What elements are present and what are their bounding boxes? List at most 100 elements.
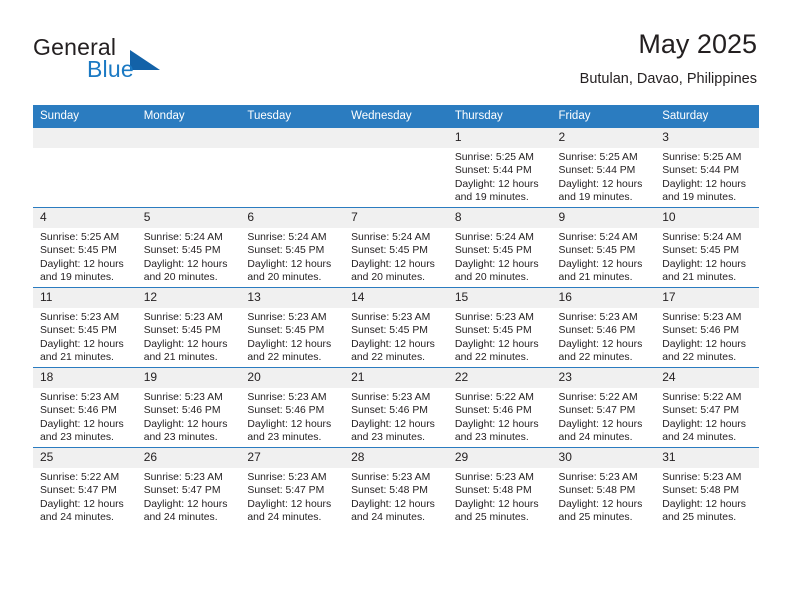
sunset-text: Sunset: 5:44 PM — [662, 165, 740, 177]
sunrise-text: Sunrise: 5:24 AM — [454, 232, 534, 243]
sunrise-text: Sunrise: 5:23 AM — [454, 312, 534, 323]
day-number: 23 — [551, 368, 656, 388]
calendar-day-cell[interactable]: 22 Sunrise: 5:22 AM Sunset: 5:46 PM Dayl… — [447, 367, 552, 448]
calendar-day-cell[interactable]: 1 Sunrise: 5:25 AM Sunset: 5:44 PM Dayli… — [447, 128, 552, 208]
calendar-day-cell[interactable]: 2 Sunrise: 5:25 AM Sunset: 5:44 PM Dayli… — [551, 128, 656, 208]
calendar-body: 1 Sunrise: 5:25 AM Sunset: 5:44 PM Dayli… — [33, 128, 759, 527]
calendar-day-cell[interactable]: 19 Sunrise: 5:23 AM Sunset: 5:46 PM Dayl… — [136, 367, 241, 448]
day-details: Sunrise: 5:24 AM Sunset: 5:45 PM Dayligh… — [448, 228, 552, 284]
calendar-day-cell[interactable]: 23 Sunrise: 5:22 AM Sunset: 5:47 PM Dayl… — [551, 367, 656, 448]
daylight-text-line1: Daylight: 12 hours — [662, 418, 746, 430]
daylight-text-line2: and 21 minutes. — [143, 351, 218, 363]
daylight-text-line1: Daylight: 12 hours — [454, 338, 539, 350]
calendar-day-cell[interactable]: 27 Sunrise: 5:23 AM Sunset: 5:47 PM Dayl… — [240, 447, 345, 527]
calendar-day-cell[interactable]: 18 Sunrise: 5:23 AM Sunset: 5:46 PM Dayl… — [33, 367, 137, 448]
sunrise-text: Sunrise: 5:24 AM — [143, 232, 223, 243]
calendar-day-cell[interactable]: 7 Sunrise: 5:24 AM Sunset: 5:45 PM Dayli… — [344, 207, 448, 288]
day-details: Sunrise: 5:23 AM Sunset: 5:48 PM Dayligh… — [552, 468, 656, 524]
calendar-day-cell[interactable]: 10 Sunrise: 5:24 AM Sunset: 5:45 PM Dayl… — [655, 207, 759, 288]
daylight-text-line1: Daylight: 12 hours — [662, 178, 746, 190]
day-number: 10 — [655, 208, 759, 228]
day-number: 15 — [447, 288, 552, 308]
daylight-text-line2: and 22 minutes. — [247, 351, 322, 363]
sunrise-text: Sunrise: 5:24 AM — [247, 232, 327, 243]
calendar-day-cell[interactable]: 21 Sunrise: 5:23 AM Sunset: 5:46 PM Dayl… — [344, 367, 448, 448]
calendar-day-cell[interactable]: 3 Sunrise: 5:25 AM Sunset: 5:44 PM Dayli… — [655, 128, 759, 208]
day-number: 3 — [655, 128, 759, 148]
sunset-text: Sunset: 5:45 PM — [143, 245, 221, 257]
sunrise-text: Sunrise: 5:23 AM — [351, 472, 431, 483]
daylight-text-line2: and 21 minutes. — [662, 271, 737, 283]
day-details: Sunrise: 5:25 AM Sunset: 5:44 PM Dayligh… — [448, 148, 552, 204]
day-details: Sunrise: 5:23 AM Sunset: 5:46 PM Dayligh… — [33, 388, 137, 444]
calendar-day-cell[interactable]: 20 Sunrise: 5:23 AM Sunset: 5:46 PM Dayl… — [240, 367, 345, 448]
day-number: 22 — [447, 368, 552, 388]
calendar-day-cell[interactable]: 31 Sunrise: 5:23 AM Sunset: 5:48 PM Dayl… — [655, 447, 759, 527]
sunset-text: Sunset: 5:45 PM — [351, 245, 428, 257]
calendar-day-cell[interactable]: 25 Sunrise: 5:22 AM Sunset: 5:47 PM Dayl… — [33, 447, 137, 527]
daylight-text-line2: and 23 minutes. — [454, 431, 529, 443]
daylight-text-line2: and 22 minutes. — [454, 351, 529, 363]
page-subtitle: Butulan, Davao, Philippines — [579, 71, 757, 87]
day-number — [344, 128, 448, 148]
day-number: 18 — [33, 368, 137, 388]
calendar-day-cell[interactable]: 8 Sunrise: 5:24 AM Sunset: 5:45 PM Dayli… — [447, 207, 552, 288]
calendar-day-cell[interactable]: 6 Sunrise: 5:24 AM Sunset: 5:45 PM Dayli… — [240, 207, 345, 288]
sunset-text: Sunset: 5:47 PM — [143, 485, 221, 497]
calendar-day-cell[interactable]: 24 Sunrise: 5:22 AM Sunset: 5:47 PM Dayl… — [655, 367, 759, 448]
day-details: Sunrise: 5:23 AM Sunset: 5:45 PM Dayligh… — [448, 308, 552, 364]
day-details: Sunrise: 5:23 AM Sunset: 5:46 PM Dayligh… — [344, 388, 448, 444]
calendar-day-cell[interactable]: 14 Sunrise: 5:23 AM Sunset: 5:45 PM Dayl… — [344, 287, 448, 368]
day-number: 29 — [447, 448, 552, 468]
sunrise-text: Sunrise: 5:23 AM — [143, 472, 223, 483]
daylight-text-line2: and 20 minutes. — [143, 271, 218, 283]
day-number: 11 — [33, 288, 137, 308]
sunrise-text: Sunrise: 5:23 AM — [40, 392, 120, 403]
calendar-day-cell[interactable]: 4 Sunrise: 5:25 AM Sunset: 5:45 PM Dayli… — [33, 207, 137, 288]
weekday-header-thursday: Thursday — [447, 105, 552, 128]
calendar-day-cell[interactable]: 29 Sunrise: 5:23 AM Sunset: 5:48 PM Dayl… — [447, 447, 552, 527]
calendar-day-cell[interactable]: 17 Sunrise: 5:23 AM Sunset: 5:46 PM Dayl… — [655, 287, 759, 368]
day-details: Sunrise: 5:23 AM Sunset: 5:45 PM Dayligh… — [344, 308, 448, 364]
brand-logo[interactable]: General Blue — [33, 34, 243, 90]
calendar-day-cell[interactable]: 28 Sunrise: 5:23 AM Sunset: 5:48 PM Dayl… — [344, 447, 448, 527]
daylight-text-line1: Daylight: 12 hours — [247, 498, 332, 510]
calendar-day-cell[interactable]: 26 Sunrise: 5:23 AM Sunset: 5:47 PM Dayl… — [136, 447, 241, 527]
sunset-text: Sunset: 5:45 PM — [454, 325, 532, 337]
sunset-text: Sunset: 5:47 PM — [662, 405, 740, 417]
calendar-day-cell[interactable]: 11 Sunrise: 5:23 AM Sunset: 5:45 PM Dayl… — [33, 287, 137, 368]
day-number: 31 — [655, 448, 759, 468]
sunrise-text: Sunrise: 5:25 AM — [662, 152, 742, 163]
day-details: Sunrise: 5:24 AM Sunset: 5:45 PM Dayligh… — [137, 228, 241, 284]
day-details: Sunrise: 5:24 AM Sunset: 5:45 PM Dayligh… — [240, 228, 344, 284]
daylight-text-line1: Daylight: 12 hours — [143, 498, 228, 510]
day-details: Sunrise: 5:24 AM Sunset: 5:45 PM Dayligh… — [552, 228, 656, 284]
sunrise-text: Sunrise: 5:22 AM — [454, 392, 534, 403]
day-details: Sunrise: 5:25 AM Sunset: 5:44 PM Dayligh… — [552, 148, 656, 204]
daylight-text-line2: and 24 minutes. — [40, 511, 114, 523]
day-details: Sunrise: 5:24 AM Sunset: 5:45 PM Dayligh… — [655, 228, 759, 284]
sunrise-text: Sunrise: 5:25 AM — [558, 152, 638, 163]
weekday-header-wednesday: Wednesday — [344, 105, 448, 128]
daylight-text-line1: Daylight: 12 hours — [40, 498, 124, 510]
daylight-text-line1: Daylight: 12 hours — [143, 418, 228, 430]
day-number: 28 — [344, 448, 448, 468]
day-details: Sunrise: 5:23 AM Sunset: 5:45 PM Dayligh… — [33, 308, 137, 364]
calendar-day-cell[interactable]: 9 Sunrise: 5:24 AM Sunset: 5:45 PM Dayli… — [551, 207, 656, 288]
calendar-day-cell[interactable]: 16 Sunrise: 5:23 AM Sunset: 5:46 PM Dayl… — [551, 287, 656, 368]
sunrise-text: Sunrise: 5:23 AM — [662, 312, 742, 323]
calendar-day-cell[interactable]: 12 Sunrise: 5:23 AM Sunset: 5:45 PM Dayl… — [136, 287, 241, 368]
weekday-header-saturday: Saturday — [655, 105, 759, 128]
day-number: 27 — [240, 448, 345, 468]
day-details: Sunrise: 5:25 AM Sunset: 5:44 PM Dayligh… — [655, 148, 759, 204]
calendar-day-cell[interactable]: 13 Sunrise: 5:23 AM Sunset: 5:45 PM Dayl… — [240, 287, 345, 368]
calendar-week-row: 25 Sunrise: 5:22 AM Sunset: 5:47 PM Dayl… — [33, 447, 759, 527]
calendar-day-cell[interactable]: 15 Sunrise: 5:23 AM Sunset: 5:45 PM Dayl… — [447, 287, 552, 368]
calendar-day-cell[interactable]: 5 Sunrise: 5:24 AM Sunset: 5:45 PM Dayli… — [136, 207, 241, 288]
day-number — [240, 128, 345, 148]
daylight-text-line2: and 25 minutes. — [454, 511, 529, 523]
calendar-day-cell[interactable]: 30 Sunrise: 5:23 AM Sunset: 5:48 PM Dayl… — [551, 447, 656, 527]
sunrise-text: Sunrise: 5:23 AM — [454, 472, 534, 483]
sunset-text: Sunset: 5:46 PM — [662, 325, 740, 337]
day-details: Sunrise: 5:23 AM Sunset: 5:48 PM Dayligh… — [344, 468, 448, 524]
